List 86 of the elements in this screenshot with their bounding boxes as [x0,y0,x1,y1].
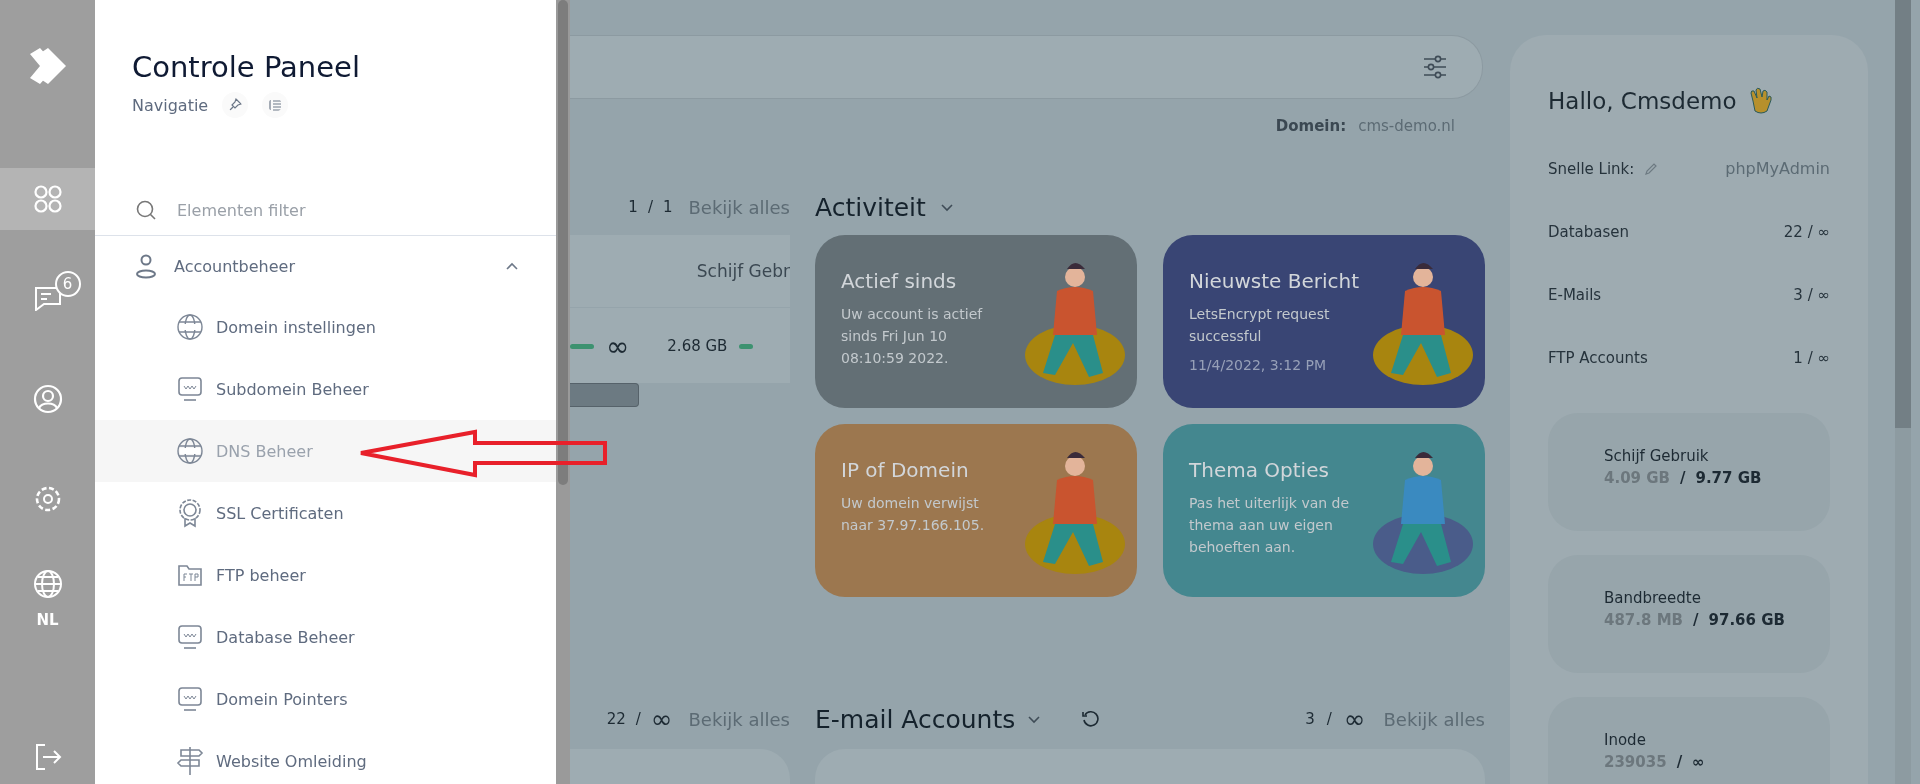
stat-value: 22 / ∞ [1783,222,1830,241]
usage-total: ∞ [1692,753,1705,771]
scroll-handle[interactable] [570,383,639,407]
usage-total: 97.66 GB [1708,611,1785,629]
pencil-icon[interactable] [1644,161,1659,176]
total-text: ∞ [1343,706,1366,732]
sql-monitor-icon [175,623,205,651]
scrollbar-thumb[interactable] [558,0,568,485]
table-cell: ∞ [606,329,630,363]
menu-item[interactable]: Domein instellingen [95,296,558,358]
stat-value: 3 / ∞ [1793,285,1830,304]
signpost-icon [175,746,205,776]
www-globe-icon [175,313,205,341]
chevron-icon[interactable] [1027,714,1042,724]
pin-icon[interactable] [222,92,249,118]
card-text: Uw domein verwijst naar 37.97.166.105. [841,494,986,535]
card-title: Nieuwste Bericht [1189,269,1361,293]
language-label: NL [36,611,59,629]
menu-item[interactable]: Database Beheer [95,606,558,668]
activity-card[interactable]: Actief sinds Uw account is actief sinds Fri Jun 10 08:10:59 2022. [815,235,1137,408]
domain-value: cms-demo.nl [1358,117,1455,135]
activity-card[interactable]: Thema Opties Pas het uiterlijk van de thema aan uw eigen behoeften aan. [1163,424,1485,597]
slash-text: / [635,710,641,728]
section-title[interactable]: Activiteit [815,192,926,222]
rail-item[interactable] [0,168,95,230]
stat-label: Databasen [1548,222,1630,241]
slash-text: / [1676,753,1683,771]
slash-text: / [1680,469,1686,487]
usage-label: Schijf Gebruik [1604,447,1710,465]
search-icon [135,199,157,221]
slash-text: / [1693,611,1699,629]
usage-total: 9.77 GB [1695,469,1762,487]
usage-bar [570,343,594,349]
count-text: 3 [1305,710,1315,728]
stat-label: E-Mails [1548,285,1602,304]
list-icon[interactable] [262,92,289,118]
dns-globe-icon [175,437,205,465]
count-text: 22 [606,710,626,728]
card-date: 11/4/2022, 3:12 PM [1189,357,1328,373]
stat-value: 1 / ∞ [1793,348,1830,367]
grid-icon [32,184,63,214]
table-cell: 2.68 GB [667,337,728,355]
panel-subtitle: Navigatie [132,95,209,115]
total-text: ∞ [650,706,673,732]
refresh-icon[interactable] [1081,710,1100,728]
quick-link-label: Snelle Link: [1548,159,1635,178]
chevron-icon[interactable] [939,202,954,212]
panel-title: Controle Paneel [132,50,361,84]
sliders-icon[interactable] [1422,54,1448,80]
section-title[interactable]: E-mail Accounts [815,704,1016,734]
menu-item[interactable]: SSL Certificaten [95,482,558,544]
folder-icon [175,562,205,588]
card-text: LetsEncrypt request successful [1189,305,1331,346]
notification-badge: 6 [54,271,81,297]
menu-group[interactable]: Accountbeheer [95,236,556,296]
chat-icon [34,287,61,311]
activity-card[interactable]: IP of Domein Uw domein verwijst naar 37.97.166.105. [815,424,1137,597]
count-text: 1 [628,198,638,216]
activity-card[interactable]: Nieuwste Bericht LetsEncrypt request successful 11/4/2022, 3:12 PM [1163,235,1485,408]
chevron-icon [505,261,519,271]
slash-text: / [1326,710,1332,728]
menu-item[interactable]: Subdomein Beheer [95,358,558,420]
menu-item[interactable]: FTP beheer [95,544,558,606]
menu-item[interactable]: Website Omleiding [95,730,558,784]
www-monitor-icon [175,375,205,403]
menu-item[interactable]: Domein Pointers [95,668,558,730]
usage-label: Inode [1604,731,1647,749]
card-title: Actief sinds [841,269,958,293]
scrollbar-thumb[interactable] [1895,0,1911,428]
domain-label: Domein: [1275,117,1347,135]
usage-bar [739,343,754,349]
user-icon [32,384,63,414]
www-monitor-icon [175,685,205,713]
card-text: Uw account is actief sinds Fri Jun 10 08:10:59 2022. [841,305,984,368]
user-icon [135,253,157,279]
globe-icon [32,569,63,599]
total-text: 1 [662,198,673,216]
column-header: Schijf Gebr [696,261,790,281]
slash-text: / [647,198,653,216]
stat-label: FTP Accounts [1548,348,1648,367]
usage-label: Bandbreedte [1604,589,1702,607]
card-title: Thema Opties [1189,458,1330,482]
card-text: Pas het uiterlijk van de thema aan uw eigen behoeften aan. [1189,494,1351,557]
filter-field[interactable]: Elementen filter [175,199,560,221]
greeting-text: Hallo, Cmsdemo [1548,88,1737,114]
card-title: IP of Domein [841,458,970,482]
